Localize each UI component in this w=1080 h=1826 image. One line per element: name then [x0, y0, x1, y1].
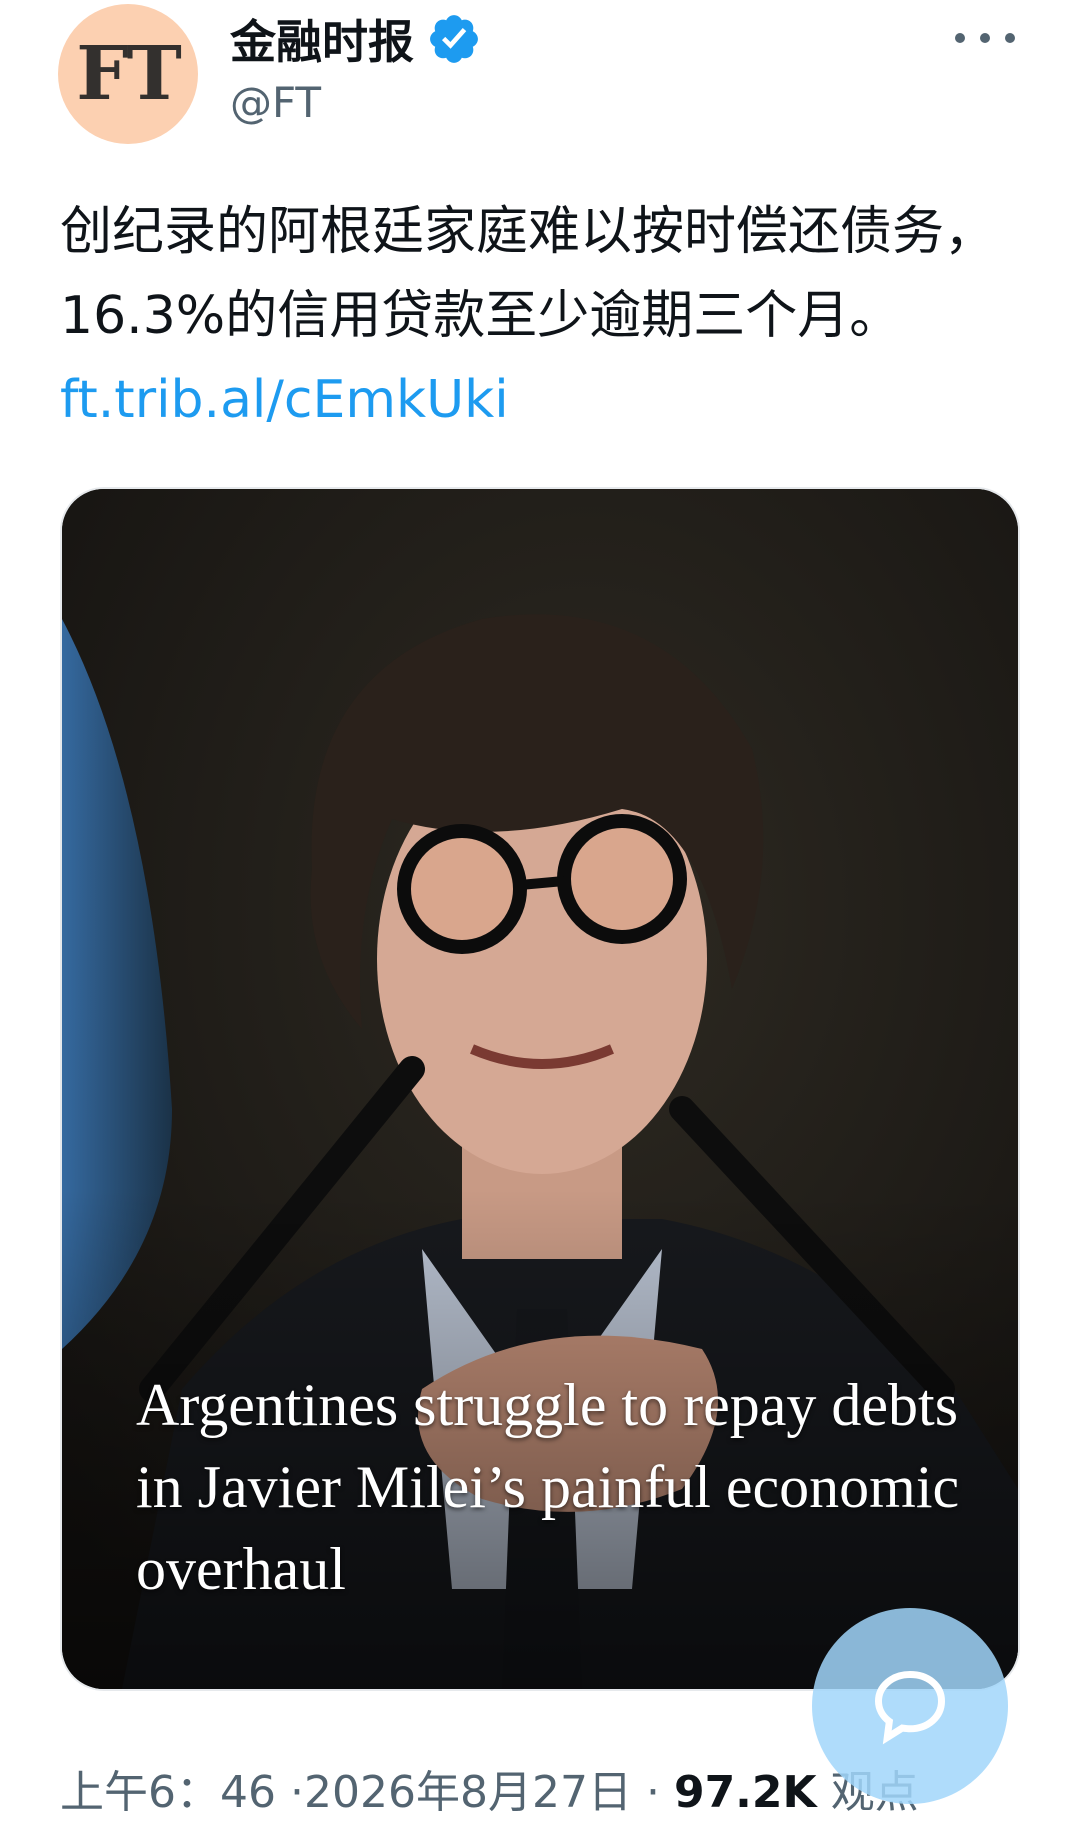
tweet-media-image[interactable]: Argentines struggle to repay debts in Ja…	[60, 487, 1020, 1691]
views-count[interactable]: 97.2K	[674, 1767, 817, 1818]
tweet-time: 上午6：46	[60, 1767, 276, 1818]
display-name[interactable]: 金融时报	[230, 6, 414, 72]
tweet-body: 创纪录的阿根廷家庭难以按时偿还债务，16.3%的信用贷款至少逾期三个月。	[60, 202, 997, 346]
avatar[interactable]: FT	[58, 4, 198, 144]
dot	[1005, 33, 1015, 43]
meta-separator: ·	[289, 1767, 304, 1818]
author-handle[interactable]: @FT	[230, 78, 321, 127]
dot	[955, 33, 965, 43]
tweet-link[interactable]: ft.trib.al/cEmkUki	[60, 370, 509, 430]
more-options-icon[interactable]	[955, 18, 1015, 58]
dot	[980, 33, 990, 43]
compose-reply-button[interactable]	[812, 1608, 1008, 1804]
tweet-text: 创纪录的阿根廷家庭难以按时偿还债务，16.3%的信用贷款至少逾期三个月。 ft.t…	[60, 190, 1020, 442]
avatar-logo-text: FT	[76, 31, 182, 117]
tweet-meta: 上午6：46 ·2026年8月27日 · 97.2K 观点	[60, 1756, 919, 1820]
compose-reply-icon	[874, 1670, 946, 1745]
meta-separator: ·	[645, 1767, 660, 1818]
media-headline: Argentines struggle to repay debts in Ja…	[136, 1372, 960, 1602]
author-name-row: 金融时报	[230, 6, 482, 72]
tweet-date: 2026年8月27日	[303, 1767, 632, 1818]
verified-badge-icon	[430, 15, 478, 63]
